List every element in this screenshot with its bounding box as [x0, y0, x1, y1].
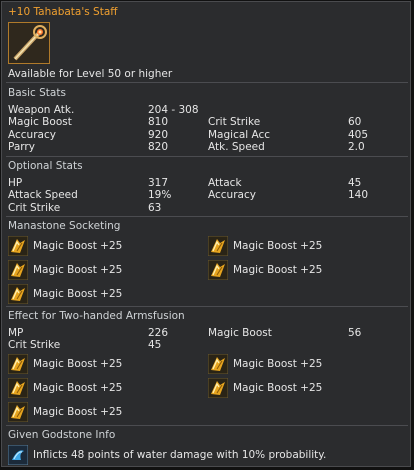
staff-icon [8, 22, 50, 64]
divider [6, 306, 408, 307]
stat-value: 226 [148, 327, 169, 339]
divider [6, 156, 408, 157]
stat-name: Weapon Atk. [8, 104, 75, 116]
godstone-icon [7, 444, 29, 466]
stat-name: Crit Strike [8, 339, 61, 352]
manastone-icon [207, 235, 229, 257]
manastone-label: Magic Boost +25 [233, 382, 323, 394]
stat-name: Crit Strike [8, 201, 61, 214]
godstone-text: Inflicts 48 points of water damage with … [33, 449, 327, 461]
stat-name: Attack Speed [8, 189, 78, 202]
stat-name: Magical Acc [208, 128, 271, 141]
manastone-header: Manastone Socketing [8, 220, 121, 232]
stat-row: Accuracy 920 Magical Acc 405 [8, 129, 406, 141]
stat-name: Atk. Speed [208, 140, 265, 153]
manastone-icon [207, 353, 229, 375]
stat-row: Attack Speed 19% Accuracy 140 [8, 189, 406, 201]
manastone-label: Magic Boost +25 [233, 358, 323, 370]
manastone-icon [7, 283, 29, 305]
manastone-label: Magic Boost +25 [33, 240, 123, 252]
stat-name: Crit Strike [208, 116, 261, 129]
manastone-label: Magic Boost +25 [33, 406, 123, 418]
divider [6, 216, 408, 217]
stat-value: 317 [148, 177, 169, 189]
stat-row: Weapon Atk. 204 - 308 [8, 104, 406, 116]
stat-value: 45 [348, 177, 362, 189]
manastone-label: Magic Boost +25 [33, 358, 123, 370]
manastone-icon [207, 259, 229, 281]
stat-value: 2.0 [348, 140, 365, 153]
manastone-label: Magic Boost +25 [33, 288, 123, 300]
manastone-icon [7, 235, 29, 257]
stat-name: Accuracy [8, 128, 56, 141]
stat-value: 140 [348, 189, 369, 202]
manastone-icon [207, 377, 229, 399]
stat-row: Crit Strike 45 [8, 339, 406, 351]
manastone-icon [7, 401, 29, 423]
item-title: +10 Tahabata's Staff [8, 6, 118, 18]
stat-value: 45 [148, 339, 162, 352]
stat-value: 820 [148, 140, 169, 153]
stat-row: Crit Strike 63 [8, 202, 406, 214]
manastone-icon [7, 259, 29, 281]
stat-name: MP [8, 327, 24, 339]
godstone-header: Given Godstone Info [8, 429, 116, 441]
stat-value: 63 [148, 201, 162, 214]
stat-row: MP 226 Magic Boost 56 [8, 327, 406, 339]
armsfusion-header: Effect for Two-handed Armsfusion [8, 310, 185, 322]
optional-stats-header: Optional Stats [8, 160, 83, 172]
stat-value: 920 [148, 128, 169, 141]
level-requirement: Available for Level 50 or higher [8, 68, 173, 80]
stat-value: 405 [348, 128, 369, 141]
manastone-label: Magic Boost +25 [33, 264, 123, 276]
stat-value: 19% [148, 189, 172, 202]
stat-name: Parry [8, 140, 35, 153]
manastone-label: Magic Boost +25 [233, 240, 323, 252]
stat-name: Magic Boost [8, 116, 72, 129]
stat-value: 60 [348, 116, 362, 129]
stat-value: 810 [148, 116, 169, 129]
manastone-icon [7, 353, 29, 375]
stat-row: HP 317 Attack 45 [8, 177, 406, 189]
manastone-icon [7, 377, 29, 399]
divider [6, 82, 408, 83]
manastone-label: Magic Boost +25 [233, 264, 323, 276]
item-tooltip: +10 Tahabata's Staff Available for Level… [1, 1, 411, 467]
stat-name: Accuracy [208, 189, 256, 202]
stat-value: 56 [348, 327, 362, 339]
stat-row: Parry 820 Atk. Speed 2.0 [8, 141, 406, 153]
divider [6, 425, 408, 426]
manastone-label: Magic Boost +25 [33, 382, 123, 394]
stat-name: HP [8, 177, 23, 189]
stat-name: Attack [208, 177, 242, 189]
stat-row: Magic Boost 810 Crit Strike 60 [8, 116, 406, 128]
stat-name: Magic Boost [208, 327, 272, 339]
basic-stats-header: Basic Stats [8, 87, 66, 99]
stat-value: 204 - 308 [148, 104, 199, 116]
